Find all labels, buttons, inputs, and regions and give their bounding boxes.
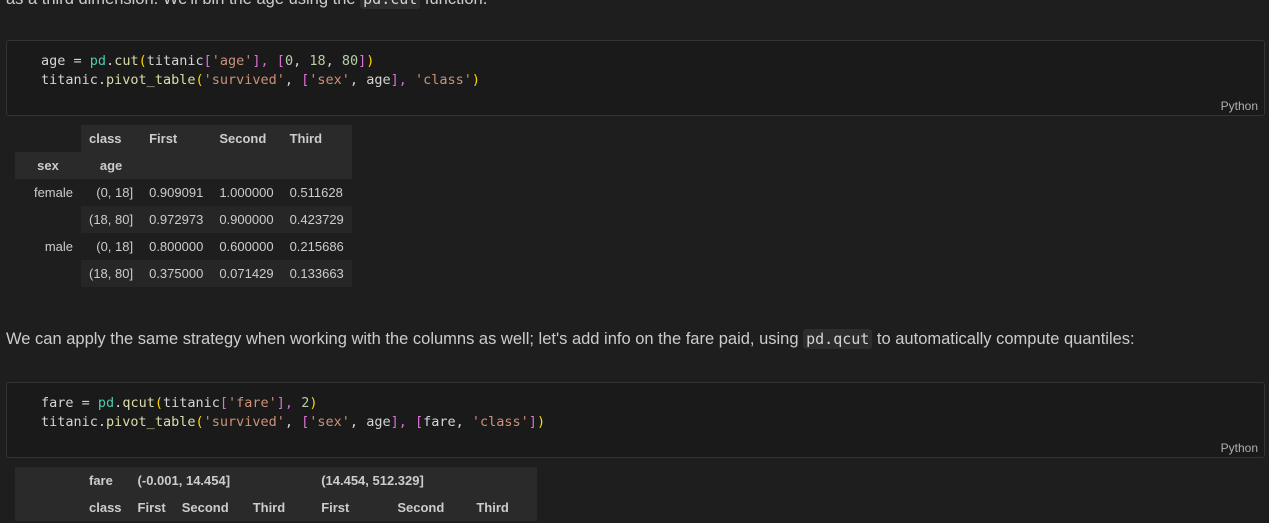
column-header: Third <box>244 494 314 521</box>
table-cell: 1.000000 <box>219 185 274 200</box>
column-header: First <box>141 125 212 152</box>
row-label-age: (0, 18] <box>96 185 134 200</box>
intro-text: as a third dimension. We'll bin the age … <box>6 0 487 9</box>
table-cell: 0.071429 <box>211 260 282 287</box>
row-label-age: (0, 18] <box>96 239 134 254</box>
row-label-sex: female <box>33 185 73 200</box>
column-header-group: (-0.001, 14.454] <box>129 467 314 494</box>
column-index-name: class <box>81 125 142 152</box>
table-row: female (0, 18] 0.909091 1.000000 0.51162… <box>15 179 352 206</box>
table-cell: 0.375000 <box>141 260 212 287</box>
cell-language-label[interactable]: Python <box>1221 441 1258 455</box>
cell-language-label[interactable]: Python <box>1221 99 1258 113</box>
code-editor-1[interactable]: age = pd.cut(titanic['age'], [0, 18, 80]… <box>41 52 480 90</box>
column-header: Third <box>468 494 537 521</box>
row-index-name: sex <box>15 152 81 179</box>
paragraph-text: We can apply the same strategy when work… <box>6 329 1135 349</box>
column-header: Second <box>173 494 245 521</box>
row-label-age: (18, 80] <box>81 206 142 233</box>
code-cell-1[interactable]: age = pd.cut(titanic['age'], [0, 18, 80]… <box>6 40 1265 116</box>
row-label-age: (18, 80] <box>81 260 142 287</box>
column-header: First <box>129 494 174 521</box>
table-cell: 0.972973 <box>141 206 212 233</box>
table-index-names-row: sex age <box>15 152 352 179</box>
column-header: Third <box>281 125 352 152</box>
inline-code-pd-qcut: pd.qcut <box>803 329 873 349</box>
table-cell: 0.800000 <box>149 239 204 254</box>
table-header-row: fare (-0.001, 14.454] (14.454, 512.329] <box>15 467 537 494</box>
column-header: Second <box>389 494 469 521</box>
code-editor-2[interactable]: fare = pd.qcut(titanic['fare'], 2) titan… <box>41 394 545 432</box>
table-row: (18, 80] 0.375000 0.071429 0.133663 <box>15 260 352 287</box>
table-cell: 0.600000 <box>219 239 274 254</box>
column-header-group: (14.454, 512.329] <box>313 467 537 494</box>
table-header-row: class First Second Third First Second Th… <box>15 494 537 521</box>
code-cell-2[interactable]: fare = pd.qcut(titanic['fare'], 2) titan… <box>6 382 1265 458</box>
table-cell: 0.133663 <box>281 260 352 287</box>
table-cell: 0.900000 <box>211 206 282 233</box>
pivot-table-output-2: fare (-0.001, 14.454] (14.454, 512.329] … <box>15 467 537 521</box>
column-index-name: class <box>81 494 130 521</box>
table-cell: 0.909091 <box>149 185 204 200</box>
table-cell: 0.511628 <box>289 185 343 200</box>
column-header: Second <box>211 125 282 152</box>
row-index-name: age <box>81 152 142 179</box>
table-cell: 0.215686 <box>289 239 344 254</box>
table-row: male (0, 18] 0.800000 0.600000 0.215686 <box>15 233 352 260</box>
pivot-table-output-1: class First Second Third sex age female … <box>15 125 352 287</box>
table-header-row: class First Second Third <box>15 125 352 152</box>
table-row: (18, 80] 0.972973 0.900000 0.423729 <box>15 206 352 233</box>
table-cell: 0.423729 <box>281 206 352 233</box>
column-index-name: fare <box>81 467 130 494</box>
inline-code-pd-cut: pd.cut <box>360 0 421 9</box>
row-label-sex: male <box>44 239 73 254</box>
column-header: First <box>313 494 390 521</box>
